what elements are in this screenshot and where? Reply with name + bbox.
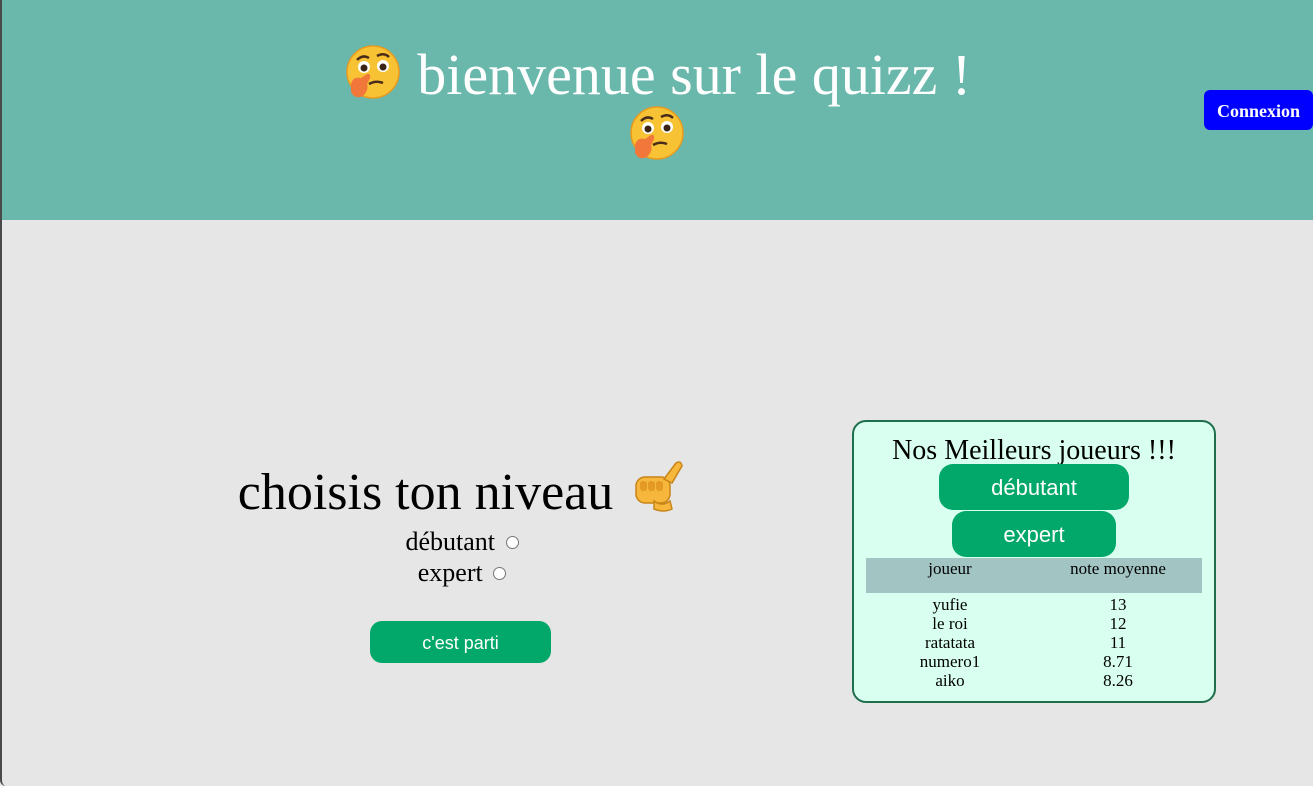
table-row: numero1 8.71 <box>866 652 1202 671</box>
thinking-face-icon <box>630 106 684 160</box>
player-score: 8.26 <box>1103 671 1133 690</box>
level-option-label: débutant <box>405 527 496 556</box>
level-option-label: expert <box>417 558 483 587</box>
column-header-score: note moyenne <box>1070 559 1166 578</box>
player-name: ratatata <box>924 633 975 652</box>
player-name: yufie <box>932 595 968 614</box>
page-title: bienvenue sur le quizz ! <box>332 44 982 166</box>
player-score: 11 <box>1109 633 1127 652</box>
filter-expert-button[interactable]: expert <box>952 511 1116 557</box>
leaderboard-panel: Nos Meilleurs joueurs !!! débutant exper… <box>852 420 1216 703</box>
column-header-player: joueur <box>928 559 972 578</box>
page: bienvenue sur le quizz ! Connexion chois… <box>0 0 1313 786</box>
header: bienvenue sur le quizz ! Connexion <box>2 0 1313 220</box>
login-button[interactable]: Connexion <box>1204 90 1313 130</box>
leaderboard-title: Nos Meilleurs joueurs !!! <box>892 435 1176 466</box>
table-row: ratatata 11 <box>866 633 1202 652</box>
level-heading-text: choisis ton niveau <box>237 464 614 521</box>
table-row: aiko 8.26 <box>866 671 1202 690</box>
level-selector: choisis ton niveau débutant expert <box>202 455 722 588</box>
player-name: le roi <box>932 614 968 633</box>
start-button[interactable]: c'est parti <box>370 621 551 663</box>
level-heading: choisis ton niveau <box>202 455 722 526</box>
radio-debutant[interactable] <box>505 536 519 549</box>
radio-expert[interactable] <box>493 567 507 580</box>
level-option-debutant: débutant <box>202 526 722 557</box>
table-row: le roi 12 <box>866 614 1202 633</box>
player-score: 12 <box>1109 614 1127 633</box>
title-text: bienvenue sur le quizz ! <box>417 42 972 107</box>
player-name: aiko <box>935 671 965 690</box>
player-name: numero1 <box>919 652 981 671</box>
level-option-expert: expert <box>202 557 722 588</box>
player-score: 13 <box>1109 595 1127 614</box>
table-header-row: joueur note moyenne <box>866 558 1202 593</box>
thinking-face-icon <box>345 45 400 99</box>
pointing-fist-icon <box>635 461 684 512</box>
player-score: 8.71 <box>1103 652 1133 671</box>
filter-debutant-button[interactable]: débutant <box>939 464 1129 510</box>
leaderboard-table: joueur note moyenne yufie 13 le roi 12 r… <box>866 558 1202 690</box>
table-row: yufie 13 <box>866 593 1202 614</box>
